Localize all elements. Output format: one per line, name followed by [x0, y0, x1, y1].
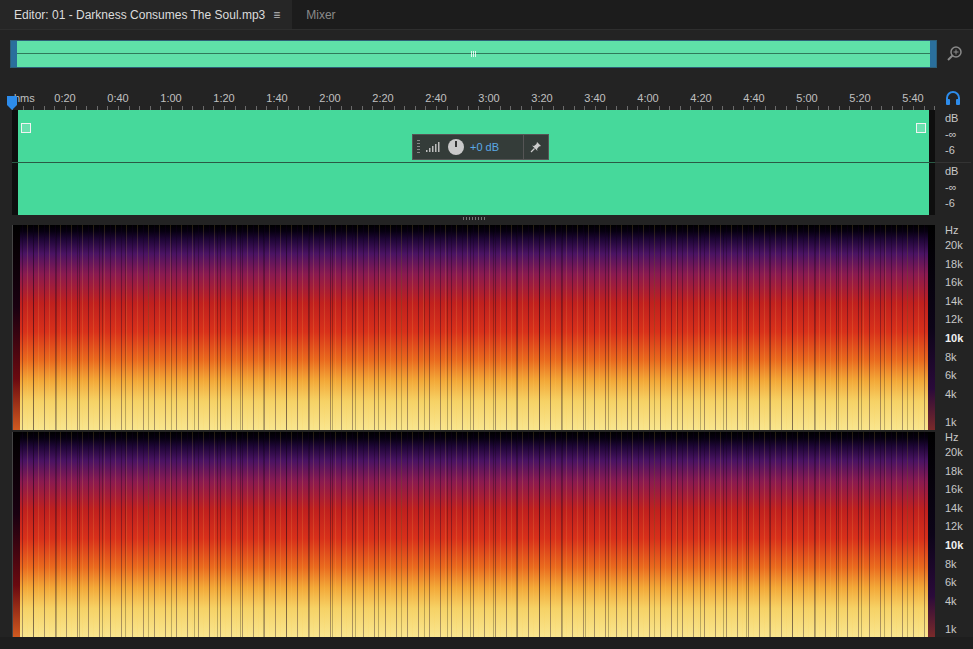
frequency-label: 6k	[945, 573, 973, 592]
fade-in-handle[interactable]	[21, 123, 31, 133]
frequency-label: 20k	[945, 236, 973, 255]
frequency-label: 10k	[945, 329, 973, 348]
frequency-label: 14k	[945, 499, 973, 518]
frequency-label: 8k	[945, 555, 973, 574]
ruler-label: 2:00	[304, 92, 357, 104]
frequency-label: 16k	[945, 273, 973, 292]
bottom-bar	[0, 637, 973, 649]
frequency-label: 8k	[945, 348, 973, 367]
grip-icon	[463, 217, 485, 220]
fade-out-handle[interactable]	[916, 123, 926, 133]
frequency-label: 18k	[945, 255, 973, 274]
ruler-label: 1:00	[145, 92, 198, 104]
ruler-label: 4:00	[622, 92, 675, 104]
time-ruler[interactable]: hms0:200:401:001:201:402:002:202:403:003…	[12, 86, 935, 110]
frequency-label: 1k	[945, 415, 973, 429]
zoom-icon[interactable]	[946, 45, 964, 63]
ruler-label: 0:40	[92, 92, 145, 104]
frequency-scale: Hz20k18k16k14k12k10k8k6k4k 1k	[935, 432, 973, 637]
ruler-label: 5:20	[834, 92, 887, 104]
waveform[interactable]: +0 dB	[12, 110, 935, 215]
db-label: dB	[945, 110, 971, 126]
frequency-label: 12k	[945, 310, 973, 329]
frequency-label: 16k	[945, 480, 973, 499]
frequency-label: Hz	[945, 225, 973, 236]
level-bars-icon	[426, 142, 442, 152]
ruler-label: 3:40	[569, 92, 622, 104]
ruler-label: 1:20	[198, 92, 251, 104]
db-label: -6	[945, 195, 971, 211]
frequency-label: 4k	[945, 385, 973, 404]
view-splitter[interactable]	[0, 215, 935, 225]
editor-panel: Editor: 01 - Darkness Consumes The Soul.…	[0, 0, 973, 649]
frequency-label: 6k	[945, 366, 973, 385]
frequency-label: 20k	[945, 443, 973, 462]
db-label: -6	[945, 142, 971, 158]
ruler-label: 2:20	[357, 92, 410, 104]
panel-tab[interactable]: Mixer	[292, 0, 347, 29]
db-label: dB	[945, 163, 971, 179]
frequency-label: Hz	[945, 432, 973, 443]
db-label: -∞	[945, 126, 971, 142]
overview-scrollbar[interactable]	[10, 40, 937, 68]
ruler-label: 1:40	[251, 92, 304, 104]
panel-tab[interactable]: Editor: 01 - Darkness Consumes The Soul.…	[0, 0, 292, 29]
ruler-label: 2:40	[410, 92, 463, 104]
frequency-label: 10k	[945, 536, 973, 555]
frequency-label: 14k	[945, 292, 973, 311]
headphones-icon[interactable]	[945, 90, 961, 106]
frequency-label: 4k	[945, 592, 973, 611]
frequency-label: 1k	[945, 622, 973, 636]
ruler-label: 4:20	[675, 92, 728, 104]
grip-icon	[471, 51, 477, 57]
overview-right-handle[interactable]	[930, 41, 936, 67]
db-scale: dB-∞-6	[935, 110, 971, 162]
ruler-label: 0:20	[39, 92, 92, 104]
tab-menu-icon[interactable]: ≡	[273, 8, 280, 22]
ruler-label: 5:40	[887, 92, 940, 104]
spectrogram-channel[interactable]	[12, 432, 935, 637]
spectrogram-channel[interactable]	[12, 225, 935, 430]
ruler-label: 3:00	[463, 92, 516, 104]
ruler-label: 5:00	[781, 92, 834, 104]
ruler-label: 4:40	[728, 92, 781, 104]
gain-knob[interactable]	[448, 139, 464, 155]
ruler-label: 3:20	[516, 92, 569, 104]
waveform-channel	[12, 162, 935, 215]
tab-bar: Editor: 01 - Darkness Consumes The Soul.…	[0, 0, 973, 30]
db-label: -∞	[945, 179, 971, 195]
playhead-icon[interactable]	[7, 96, 17, 110]
gain-reading[interactable]: +0 dB	[470, 141, 517, 153]
frequency-label: 18k	[945, 462, 973, 481]
frequency-label: 12k	[945, 517, 973, 536]
gain-hud: +0 dB	[412, 134, 549, 160]
db-scale: dB-∞-6	[935, 162, 971, 215]
pin-icon[interactable]	[530, 141, 542, 153]
frequency-scale: Hz20k18k16k14k12k10k8k6k4k 1k	[935, 225, 973, 430]
